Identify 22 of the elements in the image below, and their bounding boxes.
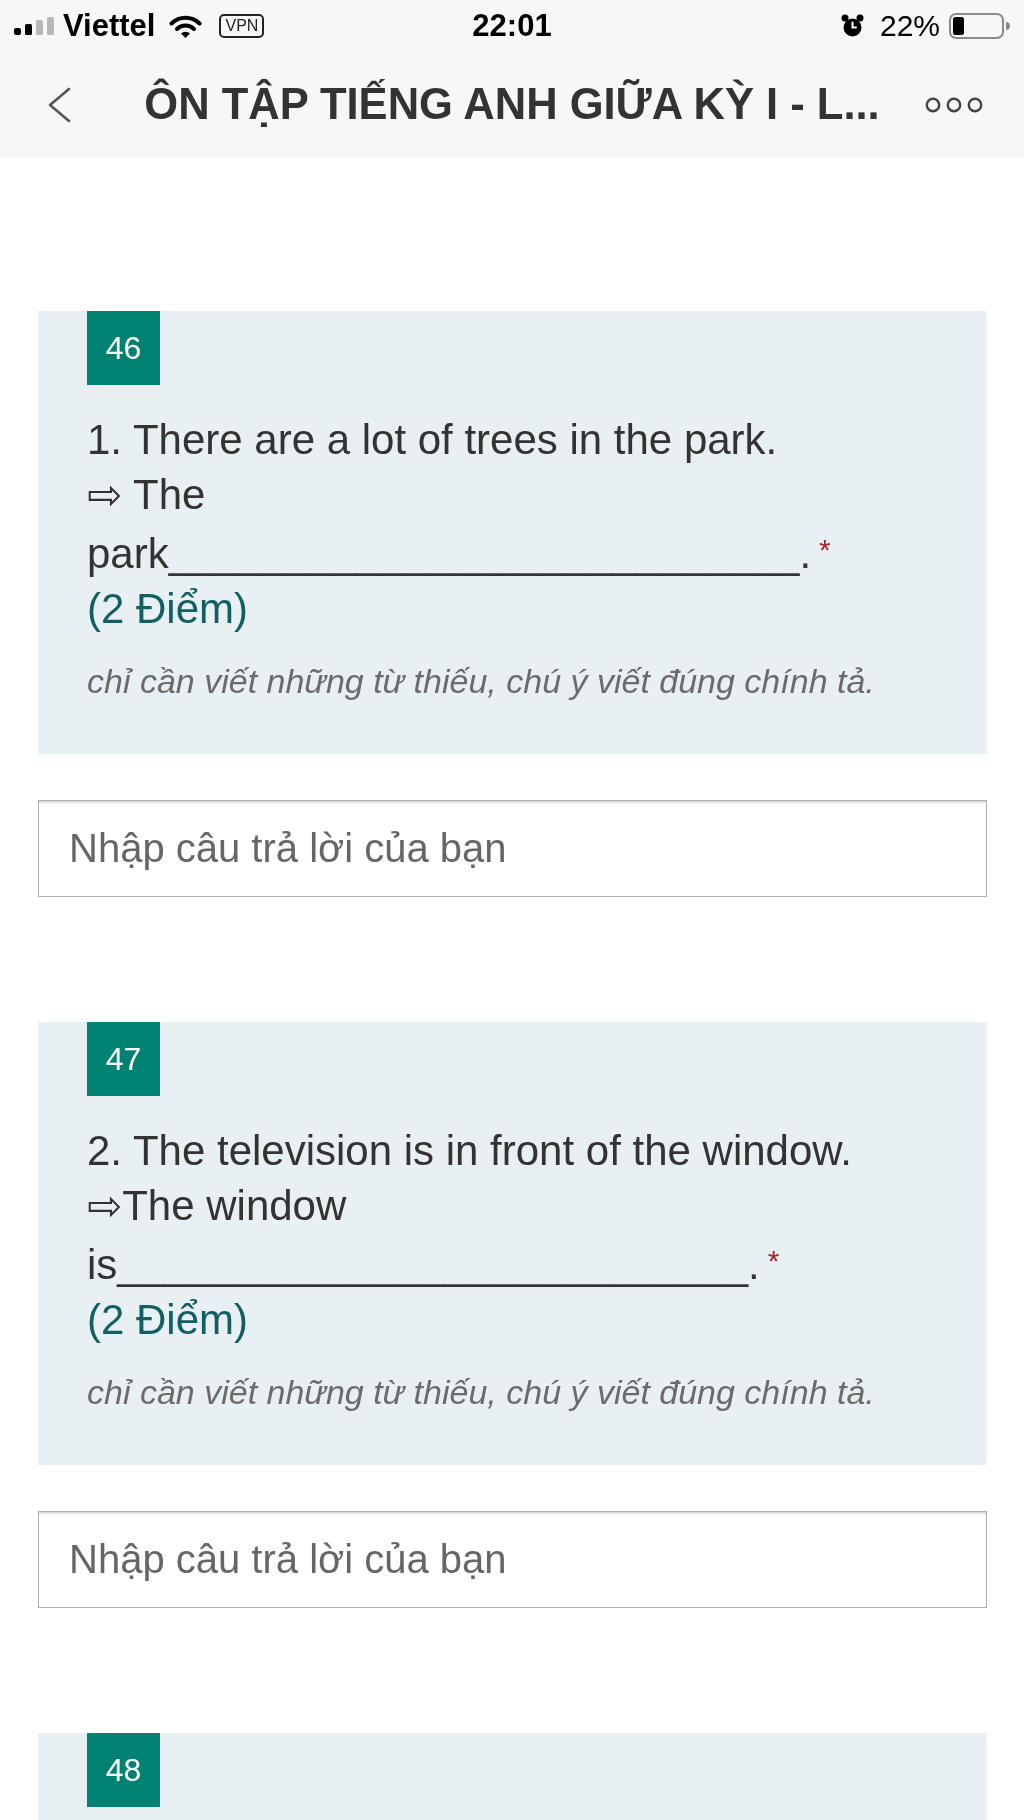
question-number: 47 <box>87 1022 160 1096</box>
battery-percentage: 22% <box>879 8 940 44</box>
wifi-icon <box>169 14 203 38</box>
battery-icon <box>949 13 1010 39</box>
status-time: 22:01 <box>472 8 552 44</box>
question-number: 48 <box>87 1733 160 1807</box>
signal-icon <box>14 17 56 35</box>
answer-field[interactable]: Nhập câu trả lời của bạn <box>38 800 987 897</box>
points-label: (2 Điểm) <box>87 584 249 634</box>
more-icon[interactable] <box>925 96 983 113</box>
question-number: 46 <box>87 311 160 385</box>
carrier-name: Viettel <box>63 8 156 44</box>
back-icon[interactable] <box>46 86 71 123</box>
points-label: (2 Điểm) <box>87 1295 249 1345</box>
hint-text: chỉ cần viết những từ thiếu, chú ý viết đúng chính tả. <box>87 661 876 702</box>
answer-field[interactable]: Nhập câu trả lời của bạn <box>38 1511 987 1608</box>
vpn-badge: VPN <box>219 14 265 38</box>
question-text: 2. The television is in front of the window. ⇨The window is___________________________. $^{*}$ <box>87 1126 853 1290</box>
alarm-clock-icon <box>840 14 864 38</box>
page-title: ÔN TẬP TIẾNG ANH GIỮA KỲ I - L... <box>143 80 881 129</box>
hint-text: chỉ cần viết những từ thiếu, chú ý viết đúng chính tả. <box>87 1372 876 1413</box>
question-text: 1. There are a lot of trees in the park. ⇨ The park___________________________. $^{*}$ <box>87 415 832 579</box>
